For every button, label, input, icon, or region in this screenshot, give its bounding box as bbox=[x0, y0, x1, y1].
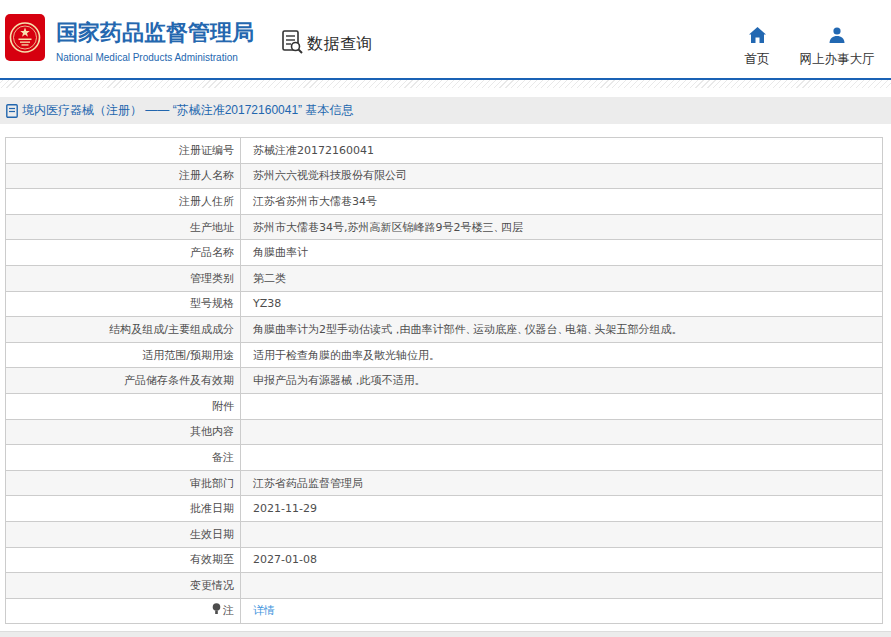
nav-hall-label: 网上办事大厅 bbox=[796, 51, 878, 68]
row-label: 注册人住所 bbox=[6, 189, 241, 215]
breadcrumb: 境内医疗器械（注册） —— “苏械注准20172160041” 基本信息 bbox=[0, 97, 891, 124]
nav-home[interactable]: 首页 bbox=[735, 27, 779, 68]
data-query-section[interactable]: 数据查询 bbox=[281, 30, 373, 58]
page-icon bbox=[6, 104, 18, 118]
table-row: 型号规格YZ38 bbox=[6, 291, 883, 317]
row-value: 适用于检查角膜的曲率及散光轴位用。 bbox=[241, 342, 883, 368]
footer-band bbox=[0, 631, 891, 637]
row-value: 苏州六六视觉科技股份有限公司 bbox=[241, 163, 883, 189]
site-title-en: National Medical Products Administration bbox=[56, 52, 254, 63]
row-label: 审批部门 bbox=[6, 470, 241, 496]
row-value: 第二类 bbox=[241, 265, 883, 291]
row-label: 注册证编号 bbox=[6, 138, 241, 164]
row-value bbox=[241, 393, 883, 419]
row-value: 2027-01-08 bbox=[241, 547, 883, 573]
data-query-label: 数据查询 bbox=[307, 34, 373, 55]
row-label: 注册人名称 bbox=[6, 163, 241, 189]
row-value: 苏州市大儒巷34号,苏州高新区锦峰路9号2号楼三、四层 bbox=[241, 214, 883, 240]
row-label: 附件 bbox=[6, 393, 241, 419]
row-label: 结构及组成/主要组成成分 bbox=[6, 317, 241, 343]
white-gap bbox=[0, 88, 891, 97]
row-label: 产品名称 bbox=[6, 240, 241, 266]
row-value bbox=[241, 573, 883, 599]
row-value: 江苏省苏州市大儒巷34号 bbox=[241, 189, 883, 215]
table-row: 注册人名称苏州六六视觉科技股份有限公司 bbox=[6, 163, 883, 189]
row-value: 江苏省药品监督管理局 bbox=[241, 470, 883, 496]
table-row: 注详情 bbox=[6, 598, 883, 624]
table-row: 产品名称角膜曲率计 bbox=[6, 240, 883, 266]
table-row: 管理类别第二类 bbox=[6, 265, 883, 291]
table-row: 生产地址苏州市大儒巷34号,苏州高新区锦峰路9号2号楼三、四层 bbox=[6, 214, 883, 240]
row-value bbox=[241, 521, 883, 547]
row-value: 2021-11-29 bbox=[241, 496, 883, 522]
lamp-icon bbox=[212, 603, 221, 615]
table-row: 审批部门江苏省药品监督管理局 bbox=[6, 470, 883, 496]
table-row: 结构及组成/主要组成成分角膜曲率计为2型手动估读式，由曲率计部件、运动底座、仪器… bbox=[6, 317, 883, 343]
breadcrumb-text: 境内医疗器械（注册） —— “苏械注准20172160041” 基本信息 bbox=[22, 102, 353, 119]
info-table: 注册证编号苏械注准20172160041注册人名称苏州六六视觉科技股份有限公司注… bbox=[5, 137, 883, 624]
nav-home-label: 首页 bbox=[735, 51, 779, 68]
row-value: 角膜曲率计 bbox=[241, 240, 883, 266]
home-icon bbox=[749, 27, 766, 43]
table-row: 注册人住所江苏省苏州市大儒巷34号 bbox=[6, 189, 883, 215]
row-value: 申报产品为有源器械，此项不适用。 bbox=[241, 368, 883, 394]
row-value: 详情 bbox=[241, 598, 883, 624]
row-value: YZ38 bbox=[241, 291, 883, 317]
table-row: 其他内容 bbox=[6, 419, 883, 445]
site-title: 国家药品监督管理局 bbox=[56, 18, 254, 48]
row-label: 其他内容 bbox=[6, 419, 241, 445]
table-row: 备注 bbox=[6, 445, 883, 471]
row-label: 批准日期 bbox=[6, 496, 241, 522]
data-query-icon bbox=[281, 30, 304, 58]
row-label: 变更情况 bbox=[6, 573, 241, 599]
row-label: 生效日期 bbox=[6, 521, 241, 547]
row-value: 角膜曲率计为2型手动估读式，由曲率计部件、运动底座、仪器台、电箱、头架五部分组成… bbox=[241, 317, 883, 343]
row-label: 管理类别 bbox=[6, 265, 241, 291]
row-value bbox=[241, 445, 883, 471]
row-value: 苏械注准20172160041 bbox=[241, 138, 883, 164]
table-row: 注册证编号苏械注准20172160041 bbox=[6, 138, 883, 164]
table-row: 适用范围/预期用途适用于检查角膜的曲率及散光轴位用。 bbox=[6, 342, 883, 368]
nav-online-hall[interactable]: 网上办事大厅 bbox=[796, 27, 878, 68]
info-table-wrap: 注册证编号苏械注准20172160041注册人名称苏州六六视觉科技股份有限公司注… bbox=[5, 137, 891, 624]
header: 国家药品监督管理局 National Medical Products Admi… bbox=[0, 0, 891, 78]
details-link[interactable]: 详情 bbox=[253, 604, 275, 617]
table-row: 变更情况 bbox=[6, 573, 883, 599]
row-label: 注 bbox=[6, 598, 241, 624]
row-label: 有效期至 bbox=[6, 547, 241, 573]
table-row: 生效日期 bbox=[6, 521, 883, 547]
table-row: 附件 bbox=[6, 393, 883, 419]
table-row: 有效期至2027-01-08 bbox=[6, 547, 883, 573]
row-label: 生产地址 bbox=[6, 214, 241, 240]
nmpa-emblem-logo bbox=[5, 14, 45, 61]
row-label: 适用范围/预期用途 bbox=[6, 342, 241, 368]
user-icon bbox=[829, 27, 845, 43]
row-value bbox=[241, 419, 883, 445]
stripe-band bbox=[0, 80, 891, 88]
table-row: 产品储存条件及有效期申报产品为有源器械，此项不适用。 bbox=[6, 368, 883, 394]
row-label: 产品储存条件及有效期 bbox=[6, 368, 241, 394]
row-label: 备注 bbox=[6, 445, 241, 471]
row-label: 型号规格 bbox=[6, 291, 241, 317]
table-row: 批准日期2021-11-29 bbox=[6, 496, 883, 522]
